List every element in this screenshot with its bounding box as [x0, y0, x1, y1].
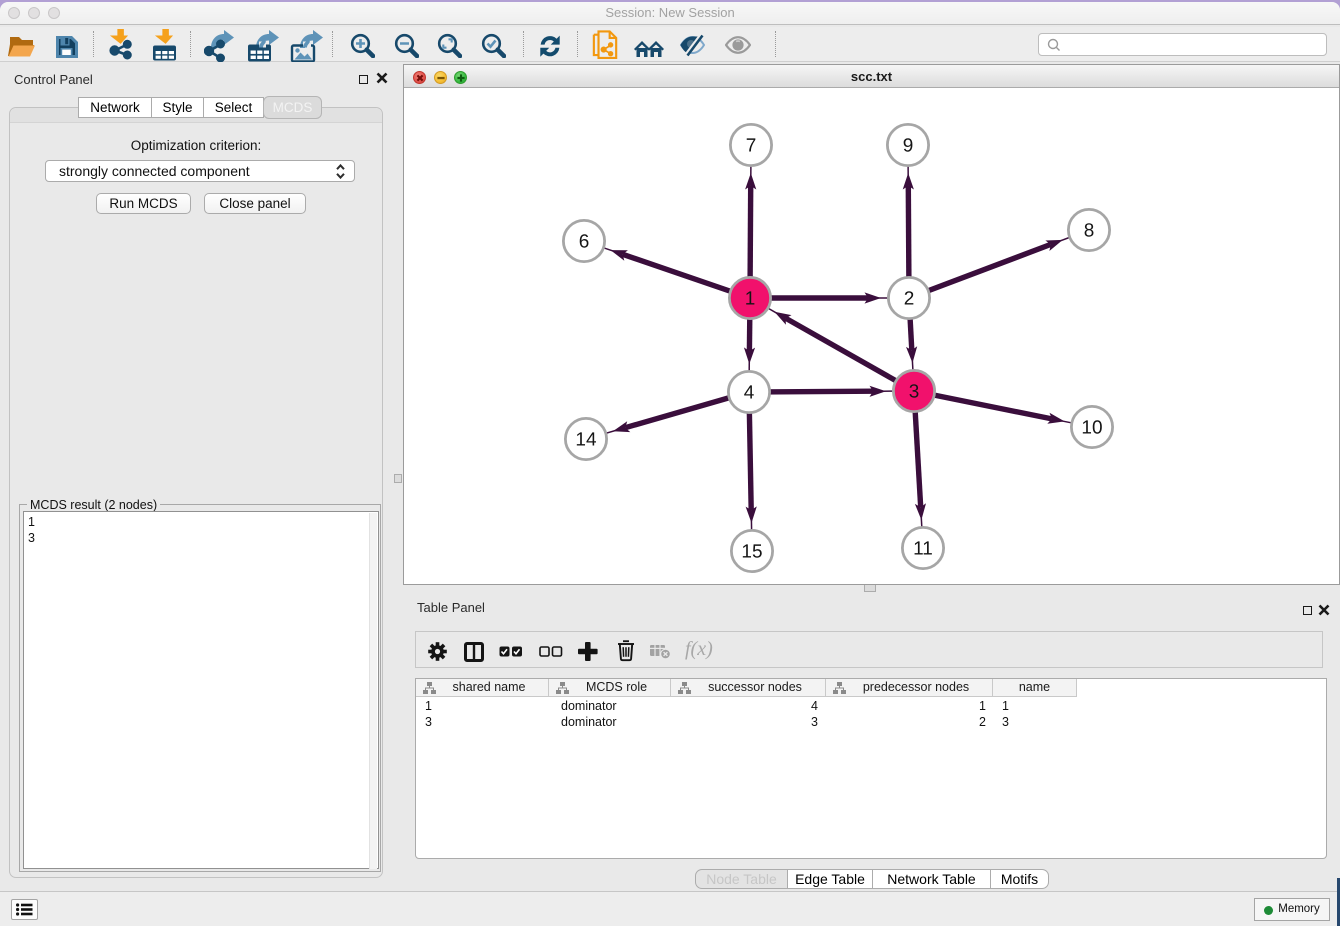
svg-text:8: 8: [1084, 221, 1095, 242]
svg-text:2: 2: [904, 289, 915, 310]
svg-text:11: 11: [913, 539, 933, 560]
svg-text:14: 14: [575, 430, 597, 451]
svg-text:4: 4: [744, 383, 755, 404]
svg-text:15: 15: [741, 542, 762, 563]
svg-text:9: 9: [903, 136, 914, 157]
svg-text:7: 7: [746, 136, 757, 157]
svg-text:3: 3: [909, 382, 920, 403]
svg-text:1: 1: [745, 289, 756, 310]
svg-text:10: 10: [1081, 418, 1102, 439]
svg-text:6: 6: [579, 232, 590, 253]
